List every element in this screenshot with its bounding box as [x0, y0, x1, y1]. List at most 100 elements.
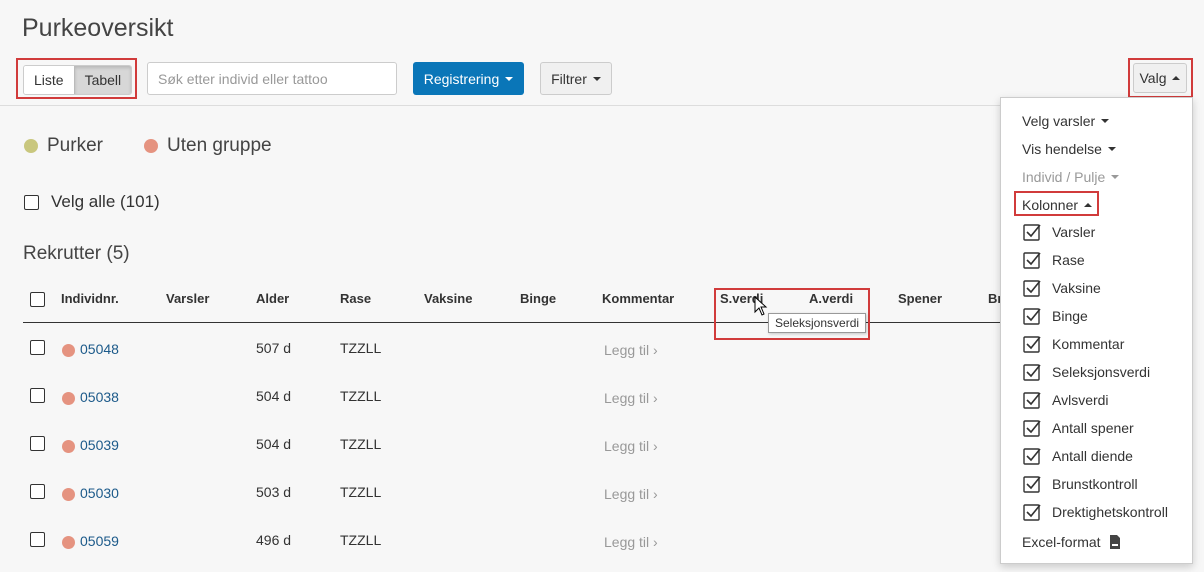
individual-link[interactable]: 05059	[80, 533, 119, 549]
caret-up-icon	[1172, 76, 1181, 80]
menu-item-vis-hendelse[interactable]: Vis hendelse	[1022, 141, 1116, 157]
excel-label: Excel-format	[1022, 534, 1101, 550]
header-checkbox[interactable]	[30, 292, 45, 307]
column-header-varsler[interactable]: Varsler	[166, 291, 209, 306]
add-comment-link[interactable]: Legg til ›	[604, 438, 658, 454]
group-dot-icon	[62, 440, 75, 453]
add-comment-link[interactable]: Legg til ›	[604, 486, 658, 502]
row-checkbox[interactable]	[30, 388, 45, 403]
registration-button[interactable]: Registrering	[413, 62, 524, 95]
caret-down-icon	[1107, 147, 1116, 151]
row-checkbox[interactable]	[30, 532, 45, 547]
checked-box-icon	[1023, 448, 1041, 465]
column-toggle-rase[interactable]: Rase	[1023, 251, 1085, 269]
column-toggle-label: Seleksjonsverdi	[1052, 364, 1151, 380]
excel-file-icon	[1109, 535, 1120, 549]
row-checkbox[interactable]	[30, 436, 45, 451]
legend-item-purker[interactable]: Purker	[24, 135, 103, 157]
column-toggle-drektighetskontroll[interactable]: Drektighetskontroll	[1023, 503, 1168, 521]
group-dot-icon	[62, 536, 75, 549]
breed-cell: TZZLL	[340, 484, 382, 500]
column-header-vaksine[interactable]: Vaksine	[424, 291, 472, 306]
legend-dot-icon	[24, 139, 38, 153]
column-toggle-label: Antall spener	[1052, 420, 1134, 436]
column-toggle-brunstkontroll[interactable]: Brunstkontroll	[1023, 475, 1138, 493]
individual-link[interactable]: 05038	[80, 389, 119, 405]
column-header-rase[interactable]: Rase	[340, 291, 371, 306]
excel-export-item[interactable]: Excel-format	[1022, 534, 1121, 550]
menu-label: Velg varsler	[1022, 113, 1096, 129]
column-toggle-label: Varsler	[1052, 224, 1096, 240]
column-header-spener[interactable]: Spener	[898, 291, 942, 306]
column-toggle-avlsverdi[interactable]: Avlsverdi	[1023, 391, 1109, 409]
checked-box-icon	[1023, 252, 1041, 269]
group-dot-icon	[62, 344, 75, 357]
options-button[interactable]: Valg	[1133, 63, 1187, 93]
menu-item-velg-varsler[interactable]: Velg varsler	[1022, 113, 1110, 129]
select-all-label: Velg alle (101)	[51, 192, 160, 211]
column-toggle-label: Brunstkontroll	[1052, 476, 1138, 492]
caret-down-icon	[1101, 119, 1110, 123]
column-header-alder[interactable]: Alder	[256, 291, 289, 306]
column-toggle-antall-spener[interactable]: Antall spener	[1023, 419, 1134, 437]
legend-label: Uten gruppe	[167, 135, 272, 156]
legend-item-uten-gruppe[interactable]: Uten gruppe	[144, 135, 272, 157]
breed-cell: TZZLL	[340, 388, 382, 404]
column-toggle-label: Binge	[1052, 308, 1088, 324]
options-label: Valg	[1139, 70, 1167, 86]
individual-link[interactable]: 05048	[80, 341, 119, 357]
add-comment-link[interactable]: Legg til ›	[604, 534, 658, 550]
view-table-button[interactable]: Tabell	[73, 66, 132, 94]
options-highlight: Valg	[1128, 58, 1193, 98]
filter-label: Filtrer	[551, 70, 587, 87]
menu-label: Individ / Pulje	[1022, 169, 1106, 185]
select-all-checkbox[interactable]	[24, 194, 39, 210]
column-toggle-antall-diende[interactable]: Antall diende	[1023, 447, 1133, 465]
checked-box-icon	[1023, 224, 1041, 241]
legend-label: Purker	[47, 135, 103, 156]
age-cell: 504 d	[256, 436, 292, 452]
column-toggle-label: Antall diende	[1052, 448, 1133, 464]
menu-label: Vis hendelse	[1022, 141, 1102, 157]
caret-down-icon	[592, 76, 601, 81]
column-toggle-binge[interactable]: Binge	[1023, 307, 1088, 325]
breed-cell: TZZLL	[340, 340, 382, 356]
column-header-individnr[interactable]: Individnr.	[61, 291, 119, 306]
view-list-button[interactable]: Liste	[24, 66, 74, 94]
view-toggle-highlight: Liste Tabell	[16, 58, 137, 99]
options-dropdown: Velg varsler Vis hendelse Individ / Pulj…	[1000, 97, 1193, 564]
column-toggle-seleksjonsverdi[interactable]: Seleksjonsverdi	[1023, 363, 1150, 381]
checked-box-icon	[1023, 308, 1041, 325]
search-input[interactable]	[147, 62, 397, 95]
column-toggle-label: Kommentar	[1052, 336, 1125, 352]
column-toggle-vaksine[interactable]: Vaksine	[1023, 279, 1101, 297]
column-toggle-varsler[interactable]: Varsler	[1023, 223, 1095, 241]
column-toggle-kommentar[interactable]: Kommentar	[1023, 335, 1124, 353]
mouse-cursor-icon	[754, 296, 768, 316]
group-dot-icon	[62, 392, 75, 405]
page-title: Purkeoversikt	[22, 14, 174, 42]
checked-box-icon	[1023, 280, 1041, 297]
caret-down-icon	[1111, 175, 1120, 179]
individual-link[interactable]: 05039	[80, 437, 119, 453]
column-header-binge[interactable]: Binge	[520, 291, 556, 306]
checked-box-icon	[1023, 420, 1041, 437]
checked-box-icon	[1023, 364, 1041, 381]
individual-link[interactable]: 05030	[80, 485, 119, 501]
select-all[interactable]: Velg alle (101)	[24, 192, 160, 212]
registration-label: Registrering	[423, 70, 500, 87]
tooltip: Seleksjonsverdi	[768, 313, 867, 333]
add-comment-link[interactable]: Legg til ›	[604, 342, 658, 358]
checked-box-icon	[1023, 504, 1041, 521]
row-checkbox[interactable]	[30, 484, 45, 499]
column-header-kommentar[interactable]: Kommentar	[602, 291, 674, 306]
menu-item-individ-pulje: Individ / Pulje	[1022, 169, 1120, 185]
breed-cell: TZZLL	[340, 532, 382, 548]
column-toggle-label: Avlsverdi	[1052, 392, 1109, 408]
row-checkbox[interactable]	[30, 340, 45, 355]
filter-button[interactable]: Filtrer	[540, 62, 612, 95]
checked-box-icon	[1023, 392, 1041, 409]
add-comment-link[interactable]: Legg til ›	[604, 390, 658, 406]
caret-down-icon	[505, 76, 514, 81]
age-cell: 504 d	[256, 388, 292, 404]
